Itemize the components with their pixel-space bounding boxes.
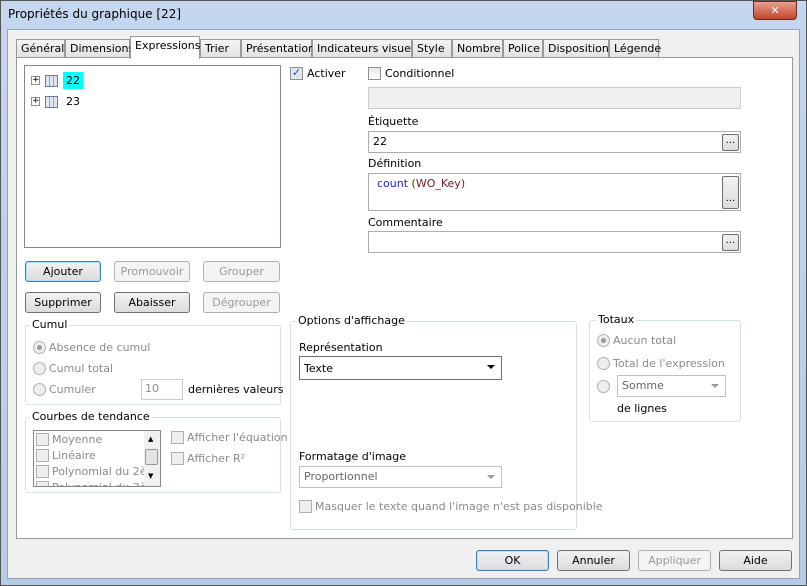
apply-button[interactable]: Appliquer xyxy=(638,550,711,571)
trend-title: Courbes de tendance xyxy=(30,410,152,423)
show-r2-label: Afficher R² xyxy=(187,452,246,465)
definition-args: (WO_Key) xyxy=(408,177,466,190)
trend-list-item[interactable]: Polynomial du 3è xyxy=(36,481,147,486)
cumul-title: Cumul xyxy=(30,318,70,331)
scroll-up-icon[interactable]: ▲ xyxy=(148,435,153,443)
totals-title: Totaux xyxy=(596,313,637,326)
tree-item-label: 22 xyxy=(63,72,83,89)
tab-8[interactable]: Police xyxy=(503,39,543,58)
label-ellipsis-button[interactable]: ... xyxy=(722,134,739,151)
tab-6[interactable]: Style xyxy=(412,39,452,58)
tree-item[interactable]: + 22 xyxy=(31,72,83,89)
cumul-radio-none[interactable] xyxy=(33,341,46,354)
tab-3[interactable]: Trier xyxy=(200,39,241,58)
trend-list-item[interactable]: Linéaire xyxy=(36,449,96,462)
trend-scrollbar[interactable]: ▲ ▼ xyxy=(144,431,160,486)
ungroup-button[interactable]: Dégrouper xyxy=(203,292,280,313)
promote-button[interactable]: Promouvoir xyxy=(114,261,190,282)
trend-checkbox[interactable] xyxy=(36,449,49,462)
condition-input[interactable] xyxy=(368,87,741,109)
image-format-label: Formatage d'image xyxy=(299,450,407,463)
display-options-title: Options d'affichage xyxy=(296,314,407,327)
totals-option-label: Total de l'expression xyxy=(613,357,725,370)
tab-5[interactable]: Indicateurs visuels xyxy=(312,39,420,58)
trend-checkbox[interactable] xyxy=(36,433,49,446)
scroll-thumb[interactable] xyxy=(145,449,158,465)
totals-of-lines-label: de lignes xyxy=(617,402,667,415)
comment-heading: Commentaire xyxy=(368,216,443,229)
cumul-option-label: Absence de cumul xyxy=(49,341,151,354)
table-icon xyxy=(45,74,58,87)
tab-7[interactable]: Nombre xyxy=(452,39,503,58)
scroll-down-icon[interactable]: ▼ xyxy=(148,472,153,480)
demote-button[interactable]: Abaisser xyxy=(114,292,190,313)
comment-ellipsis-button[interactable]: ... xyxy=(722,234,739,251)
add-button[interactable]: Ajouter xyxy=(25,261,101,282)
chevron-down-icon xyxy=(487,365,495,369)
expression-tree[interactable]: + 22 + 23 xyxy=(24,65,281,248)
definition-ellipsis-button[interactable]: ... xyxy=(722,176,739,209)
hide-text-label: Masquer le texte quand l'image n'est pas… xyxy=(315,500,603,513)
tab-9[interactable]: Disposition xyxy=(543,39,609,58)
totals-radio-none[interactable] xyxy=(597,334,610,347)
group-button[interactable]: Grouper xyxy=(203,261,280,282)
representation-value: Texte xyxy=(304,362,334,375)
totals-radio-expression[interactable] xyxy=(597,357,610,370)
chevron-down-icon xyxy=(711,384,719,388)
conditional-label: Conditionnel xyxy=(385,67,455,80)
chevron-down-icon xyxy=(487,475,495,479)
representation-label: Représentation xyxy=(299,341,383,354)
image-format-select[interactable]: Proportionnel xyxy=(299,466,502,488)
trend-list-item[interactable]: Moyenne xyxy=(36,433,102,446)
trend-list-item[interactable]: Polynomial du 2ème xyxy=(36,465,160,478)
definition-function: count xyxy=(377,177,409,190)
trend-list[interactable]: Moyenne Linéaire Polynomial du 2ème Polynom… xyxy=(33,430,161,487)
cumul-radio-total[interactable] xyxy=(33,362,46,375)
close-button[interactable]: ✕ xyxy=(753,1,797,20)
cumul-option-label: Cumuler xyxy=(49,383,96,396)
ok-button[interactable]: OK xyxy=(476,550,549,571)
totals-option-label: Aucun total xyxy=(613,334,677,347)
enable-label: Activer xyxy=(307,67,346,80)
enable-checkbox[interactable]: ✓ xyxy=(290,67,303,80)
tab-4[interactable]: Présentation xyxy=(241,39,315,58)
expand-icon[interactable]: + xyxy=(31,76,40,85)
tree-item-label: 23 xyxy=(66,95,80,108)
show-equation-checkbox[interactable] xyxy=(171,431,184,444)
conditional-checkbox[interactable] xyxy=(368,67,381,80)
totals-function-select[interactable]: Somme xyxy=(617,375,726,397)
cumul-suffix: dernières valeurs xyxy=(188,383,284,396)
cancel-button[interactable]: Annuler xyxy=(557,550,630,571)
trend-checkbox[interactable] xyxy=(36,481,49,486)
trend-item-label: Linéaire xyxy=(52,449,96,462)
tab-0[interactable]: Général xyxy=(16,39,65,58)
show-r2-checkbox[interactable] xyxy=(171,452,184,465)
delete-button[interactable]: Supprimer xyxy=(25,292,101,313)
trend-checkbox[interactable] xyxy=(36,465,49,478)
expand-icon[interactable]: + xyxy=(31,97,40,106)
comment-input[interactable] xyxy=(368,231,741,253)
tab-10[interactable]: Légende xyxy=(609,39,661,58)
definition-input[interactable]: count (WO_Key) xyxy=(368,173,741,211)
label-input[interactable]: 22 xyxy=(368,131,741,153)
table-icon xyxy=(45,95,58,108)
cumul-option-label: Cumul total xyxy=(49,362,114,375)
trend-item-label: Polynomial du 3è xyxy=(52,481,147,486)
window-title: Propriétés du graphique [22] xyxy=(8,7,182,21)
cumul-radio-n[interactable] xyxy=(33,383,46,396)
image-format-value: Proportionnel xyxy=(304,470,378,483)
cumul-count-stepper[interactable]: 10 xyxy=(141,379,183,400)
representation-select[interactable]: Texte xyxy=(299,356,502,380)
tab-1[interactable]: Dimensions xyxy=(65,39,134,58)
tree-item[interactable]: + 23 xyxy=(31,93,83,110)
hide-text-checkbox[interactable] xyxy=(299,500,312,513)
help-button[interactable]: Aide xyxy=(719,550,792,571)
trend-item-label: Moyenne xyxy=(52,433,103,446)
label-heading: Étiquette xyxy=(368,115,419,128)
totals-function-value: Somme xyxy=(622,379,664,392)
show-equation-label: Afficher l'équation xyxy=(187,431,288,444)
definition-heading: Définition xyxy=(368,157,422,170)
totals-radio-function[interactable] xyxy=(597,380,610,393)
tab-2[interactable]: Expressions xyxy=(130,36,200,59)
